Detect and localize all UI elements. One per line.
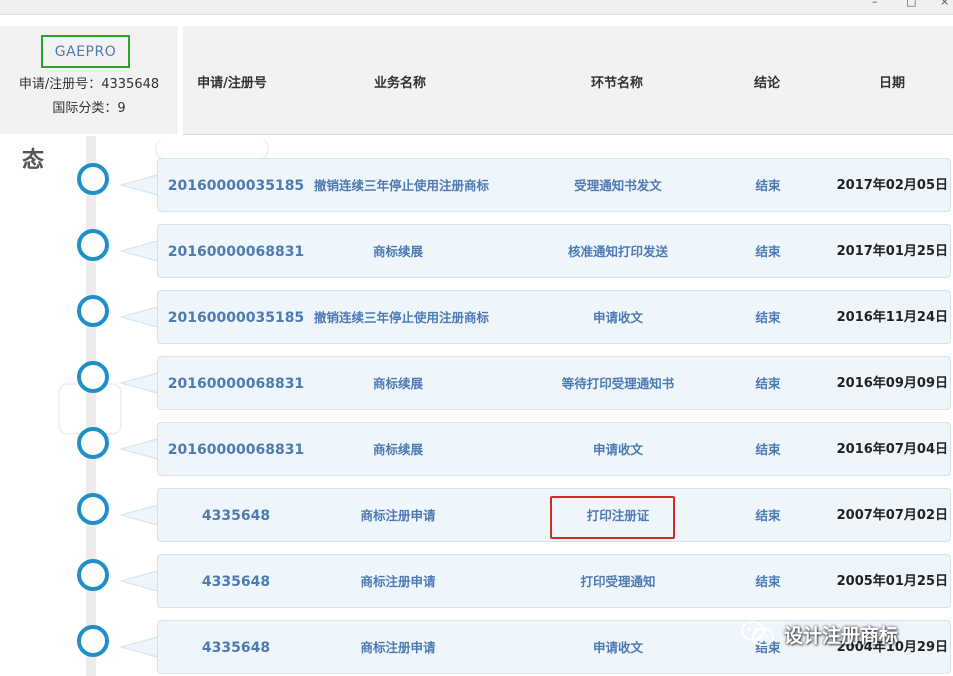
column-header-number: 申请/注册号 bbox=[197, 76, 267, 91]
row-number[interactable]: 4335648 bbox=[158, 621, 314, 675]
row-date: 2016年07月04日 bbox=[836, 442, 948, 457]
row-result: 结束 bbox=[755, 376, 781, 391]
row-step: 受理通知书发文 bbox=[574, 178, 662, 193]
timeline-track bbox=[86, 136, 96, 676]
row-number[interactable]: 20160000068831 bbox=[158, 357, 314, 411]
row-number[interactable]: 20160000035185 bbox=[158, 159, 314, 213]
timeline-node-icon bbox=[77, 229, 109, 261]
row-business: 商标注册申请 bbox=[360, 640, 436, 655]
row-date: 2016年11月24日 bbox=[836, 310, 948, 325]
timeline-node-icon bbox=[77, 559, 109, 591]
wechat-icon bbox=[741, 621, 774, 646]
timeline-node-icon bbox=[77, 295, 109, 327]
row-result: 结束 bbox=[755, 574, 781, 589]
row-business: 撤销连续三年停止使用注册商标 bbox=[314, 310, 490, 325]
row-result: 结束 bbox=[755, 310, 781, 325]
row-result: 结束 bbox=[755, 178, 781, 193]
maximize-button[interactable]: □ bbox=[906, 0, 916, 8]
row-pointer-fill bbox=[122, 175, 160, 195]
timeline-node-icon bbox=[77, 163, 109, 195]
window-titlebar: – □ × bbox=[0, 0, 953, 15]
row-step: 等待打印受理通知书 bbox=[561, 376, 675, 391]
registration-number: 申请/注册号：4335648 bbox=[18, 77, 160, 92]
row-date: 2017年02月05日 bbox=[836, 178, 948, 193]
row-date: 2016年09月09日 bbox=[836, 376, 948, 391]
row-number[interactable]: 20160000068831 bbox=[158, 423, 314, 477]
row-step: 申请收文 bbox=[592, 310, 643, 325]
row-business: 商标注册申请 bbox=[360, 508, 436, 523]
row-date: 2005年01月25日 bbox=[836, 574, 948, 589]
row-pointer-fill bbox=[122, 373, 160, 393]
highlight-annotation-box bbox=[550, 496, 675, 539]
row-number[interactable]: 20160000068831 bbox=[158, 225, 314, 279]
row-step: 打印受理通知 bbox=[580, 574, 656, 589]
row-pointer-fill bbox=[122, 439, 160, 459]
row-number[interactable]: 4335648 bbox=[158, 555, 314, 609]
row-number[interactable]: 20160000035185 bbox=[158, 291, 314, 345]
row-date: 2007年07月02日 bbox=[836, 508, 948, 523]
column-header-date: 日期 bbox=[878, 76, 905, 91]
row-pointer-fill bbox=[122, 241, 160, 261]
table-row[interactable]: 20160000035185 撤销连续三年停止使用注册商标 申请收文 结束 20… bbox=[157, 290, 951, 344]
row-pointer-fill bbox=[122, 307, 160, 327]
row-pointer-fill bbox=[122, 571, 160, 591]
timeline-node-icon bbox=[77, 427, 109, 459]
row-business: 商标注册申请 bbox=[360, 574, 436, 589]
row-result: 结束 bbox=[755, 244, 781, 259]
close-button[interactable]: × bbox=[940, 0, 949, 8]
column-header-step: 环节名称 bbox=[590, 76, 643, 91]
row-pointer-fill bbox=[122, 637, 160, 657]
timeline-node-icon bbox=[77, 361, 109, 393]
row-business: 商标续展 bbox=[372, 442, 423, 457]
timeline-node-icon bbox=[77, 493, 109, 525]
row-date: 2017年01月25日 bbox=[836, 244, 948, 259]
row-step: 核准通知打印发送 bbox=[567, 244, 668, 259]
international-class: 国际分类：9 bbox=[52, 101, 126, 116]
wechat-watermark: 设计注册商标 bbox=[740, 620, 898, 648]
row-number[interactable]: 4335648 bbox=[158, 489, 314, 543]
row-result: 结束 bbox=[755, 508, 781, 523]
watermark-text: 设计注册商标 bbox=[784, 624, 899, 647]
column-header-business: 业务名称 bbox=[373, 76, 426, 91]
row-step: 申请收文 bbox=[592, 640, 643, 655]
table-row[interactable]: 20160000068831 商标续展 申请收文 结束 2016年07月04日 bbox=[157, 422, 951, 476]
row-business: 撤销连续三年停止使用注册商标 bbox=[314, 178, 490, 193]
table-row[interactable]: 20160000068831 商标续展 核准通知打印发送 结束 2017年01月… bbox=[157, 224, 951, 278]
row-business: 商标续展 bbox=[372, 244, 423, 259]
row-business: 商标续展 bbox=[372, 376, 423, 391]
background-watermark-shape bbox=[155, 138, 269, 160]
table-row[interactable]: 20160000068831 商标续展 等待打印受理通知书 结束 2016年09… bbox=[157, 356, 951, 410]
table-row[interactable]: 20160000035185 撤销连续三年停止使用注册商标 受理通知书发文 结束… bbox=[157, 158, 951, 212]
row-pointer-fill bbox=[122, 505, 160, 525]
row-result: 结束 bbox=[755, 442, 781, 457]
table-row[interactable]: 4335648 商标注册申请 打印受理通知 结束 2005年01月25日 bbox=[157, 554, 951, 608]
brand-name: GAEPRO bbox=[41, 35, 130, 68]
minimize-button[interactable]: – bbox=[872, 0, 878, 8]
column-header-result: 结论 bbox=[753, 76, 780, 91]
row-step: 申请收文 bbox=[592, 442, 643, 457]
timeline-node-icon bbox=[77, 625, 109, 657]
status-heading: 态 bbox=[22, 148, 45, 173]
